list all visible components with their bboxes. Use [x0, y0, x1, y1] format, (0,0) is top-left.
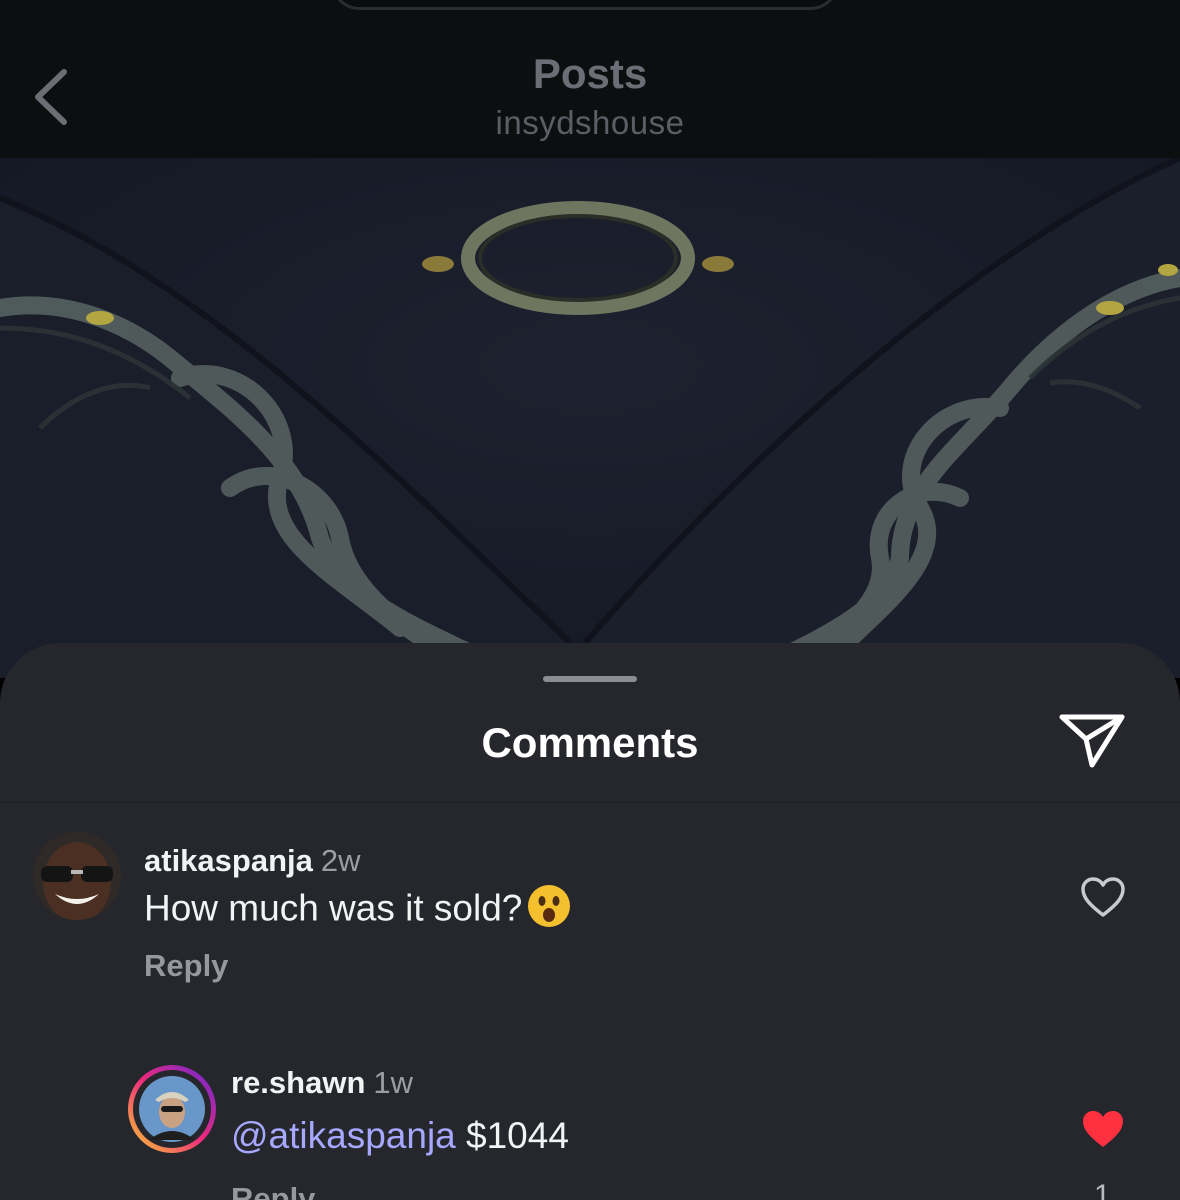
reply-button[interactable]: Reply — [231, 1181, 315, 1200]
divider — [0, 801, 1180, 803]
top-nav-bar: Posts insydshouse — [0, 0, 1180, 158]
comment-username[interactable]: atikaspanja 2w — [144, 843, 361, 879]
heart-filled-icon — [1083, 1111, 1123, 1147]
username-text[interactable]: re.shawn — [231, 1065, 365, 1100]
avatar[interactable] — [33, 832, 121, 920]
username-text[interactable]: atikaspanja — [144, 843, 313, 878]
comment-timestamp: 2w — [320, 843, 361, 878]
comments-title: Comments — [481, 719, 699, 766]
share-button[interactable] — [1056, 709, 1128, 771]
comment-body: How much was it sold? — [144, 887, 523, 929]
heart-outline-icon — [1081, 877, 1125, 917]
comment-username[interactable]: re.shawn 1w — [231, 1065, 413, 1101]
comment-body: $1044 — [466, 1115, 569, 1156]
post-image — [0, 158, 1180, 678]
paper-plane-icon — [1059, 714, 1125, 768]
comment-timestamp: 1w — [373, 1065, 414, 1100]
dynamic-island — [330, 0, 840, 10]
like-count: 1 — [1094, 1179, 1111, 1200]
like-button[interactable] — [1080, 875, 1126, 921]
mention-link[interactable]: @atikaspanja — [231, 1115, 456, 1156]
avatar-story-ring[interactable] — [128, 1065, 216, 1153]
reply-comment-item: re.shawn 1w @atikaspanja $1044 Reply 1 — [0, 1063, 1180, 1200]
comment-text: @atikaspanja $1044 — [231, 1115, 569, 1157]
comment-text: How much was it sold? — [144, 883, 572, 938]
comment-item: atikaspanja 2w How much was it sold? Repl… — [0, 813, 1180, 1013]
account-username[interactable]: insydshouse — [0, 104, 1180, 142]
like-button[interactable] — [1080, 1107, 1126, 1153]
avatar — [133, 1070, 211, 1148]
astonished-face-emoji — [526, 883, 572, 938]
page-title: Posts — [532, 50, 648, 97]
sheet-grabber-handle[interactable] — [543, 676, 637, 682]
reply-button[interactable]: Reply — [144, 948, 228, 984]
comments-sheet: Comments atikaspanja 2w How much was it s… — [0, 643, 1180, 1200]
